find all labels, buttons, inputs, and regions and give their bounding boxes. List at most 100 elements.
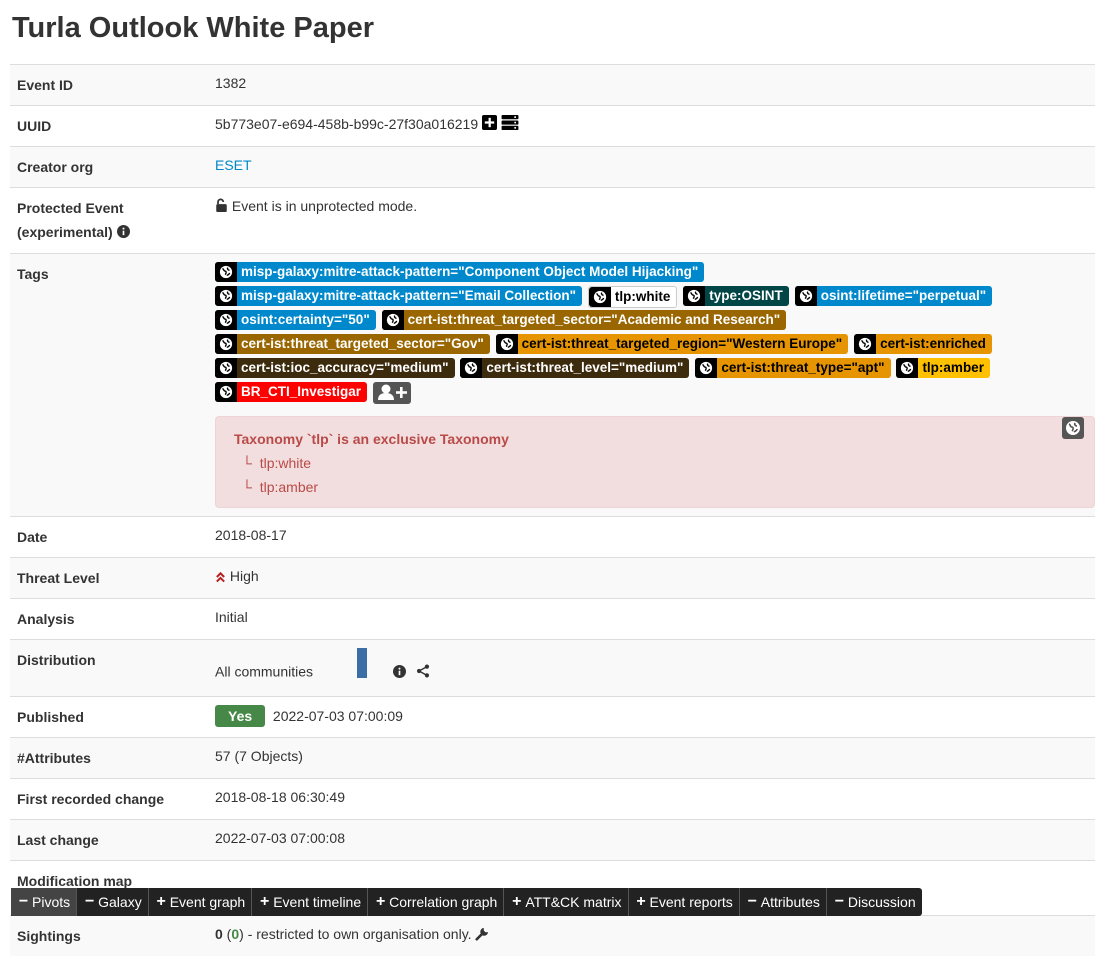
row-first-change: First recorded change 2018-08-18 06:30:4… xyxy=(10,778,1095,820)
row-published: Published Yes 2022-07-03 07:00:09 xyxy=(10,696,1095,738)
globe-icon xyxy=(381,310,404,331)
plus-square-icon[interactable] xyxy=(482,115,498,135)
published-value: 2022-07-03 07:00:09 xyxy=(272,708,403,725)
first-change-value: 2018-08-18 06:30:49 xyxy=(208,778,1095,820)
analysis-label: Analysis xyxy=(10,598,208,640)
share-nodes-icon[interactable] xyxy=(416,663,430,683)
taxonomy-warning-item: tlp:amber xyxy=(259,479,319,496)
attributes-label: #Attributes xyxy=(10,737,208,779)
protected-label-sub: (experimental) xyxy=(17,224,113,240)
unlock-icon xyxy=(215,197,228,217)
tab-correlation-graph[interactable]: + Correlation graph xyxy=(368,888,505,916)
tag-chip[interactable]: misp-galaxy:mitre-attack-pattern="Email … xyxy=(215,286,583,307)
creator-org-label: Creator org xyxy=(10,146,208,188)
globe-icon xyxy=(854,334,877,355)
sightings-label: Sightings xyxy=(10,915,208,956)
tag-chip[interactable]: cert-ist:threat_level="medium" xyxy=(460,358,690,379)
globe-icon xyxy=(215,358,237,379)
wrench-icon[interactable] xyxy=(475,926,489,946)
tab-event-reports[interactable]: + Event reports xyxy=(629,888,740,916)
row-sightings: Sightings 0 (0) - restricted to own orga… xyxy=(10,915,1095,956)
add-tag-button[interactable] xyxy=(372,382,411,405)
tag-chip[interactable]: cert-ist:ioc_accuracy="medium" xyxy=(215,358,455,379)
tag-chip[interactable]: cert-ist:threat_targeted_region="Western… xyxy=(495,334,849,355)
tag-chip[interactable]: tlp:white xyxy=(587,286,678,309)
tab-event-graph[interactable]: + Event graph xyxy=(149,888,253,916)
sightings-text: ) - restricted to own organisation only. xyxy=(239,926,472,943)
tab-attributes[interactable]: − Attributes xyxy=(740,888,827,916)
tag-chip[interactable]: cert-ist:threat_targeted_sector="Gov" xyxy=(215,334,490,355)
protected-value: Event is in unprotected mode. xyxy=(231,198,418,214)
event-metadata-table: Event ID 1382 UUID 5b773e07-e694-458b-b9… xyxy=(10,64,1095,956)
row-last-change: Last change 2022-07-03 07:00:08 xyxy=(10,819,1095,861)
user-plus-icon xyxy=(377,384,407,401)
tag-chip[interactable]: osint:certainty="50" xyxy=(215,310,376,331)
taxonomy-warning: Taxonomy `tlp` is an exclusive Taxonomy … xyxy=(215,416,1095,509)
row-protected: Protected Event (experimental) Event is … xyxy=(10,186,1095,254)
row-creator-org: Creator org ESET xyxy=(10,146,1095,188)
tags-label: Tags xyxy=(10,253,208,517)
tag-chip[interactable]: type:OSINT xyxy=(683,286,789,307)
row-date: Date 2018-08-17 xyxy=(10,516,1095,558)
globe-icon xyxy=(588,287,611,308)
distribution-label: Distribution xyxy=(10,639,208,697)
uuid-value: 5b773e07-e694-458b-b99c-27f30a016219 xyxy=(215,116,479,132)
globe-icon xyxy=(215,286,237,307)
tag-chip[interactable]: osint:lifetime="perpetual" xyxy=(794,286,993,307)
globe-icon xyxy=(794,286,817,307)
published-badge: Yes xyxy=(215,705,266,728)
globe-icon xyxy=(695,358,718,379)
globe-icon xyxy=(215,310,237,331)
tab-pivots[interactable]: − Pivots xyxy=(11,888,78,916)
taxonomy-warning-heading: Taxonomy `tlp` is an exclusive Taxonomy xyxy=(234,431,509,448)
first-change-label: First recorded change xyxy=(10,778,208,820)
server-icon[interactable] xyxy=(501,115,519,135)
page-title: Turla Outlook White Paper xyxy=(12,12,374,44)
row-attributes: #Attributes 57 (7 Objects) xyxy=(10,737,1095,779)
creator-org-link[interactable]: ESET xyxy=(215,157,252,173)
distribution-graph xyxy=(356,648,367,679)
last-change-value: 2022-07-03 07:00:08 xyxy=(208,819,1095,861)
globe-icon xyxy=(215,262,237,283)
globe-icon xyxy=(495,334,518,355)
row-distribution: Distribution All communities xyxy=(10,639,1095,697)
date-label: Date xyxy=(10,516,208,558)
published-label: Published xyxy=(10,696,208,738)
tab-galaxy[interactable]: − Galaxy xyxy=(77,888,149,916)
chevron-double-up-icon xyxy=(215,568,226,588)
tab-discussion[interactable]: − Discussion xyxy=(827,888,922,916)
tab-event-timeline[interactable]: + Event timeline xyxy=(252,888,369,916)
attributes-value: 57 (7 Objects) xyxy=(208,737,1095,779)
info-circle-icon[interactable] xyxy=(392,663,406,683)
tab-attack-matrix[interactable]: + ATT&CK matrix xyxy=(504,888,629,916)
threat-level-value: High xyxy=(229,568,259,585)
event-id-label: Event ID xyxy=(10,64,208,106)
sightings-own-count: 0 xyxy=(231,926,240,943)
tag-chip[interactable]: misp-galaxy:mitre-attack-pattern="Compon… xyxy=(215,262,705,283)
distribution-value: All communities xyxy=(215,664,314,680)
tag-chip[interactable]: cert-ist:enriched xyxy=(854,334,992,355)
tag-chip[interactable]: BR_CTI_Investigar xyxy=(215,382,368,403)
globe-icon xyxy=(215,382,237,403)
globe-icon xyxy=(215,334,237,355)
row-event-id: Event ID 1382 xyxy=(10,64,1095,106)
tag-chip[interactable]: cert-ist:threat_targeted_sector="Academi… xyxy=(381,310,787,331)
tag-chip[interactable]: cert-ist:threat_type="apt" xyxy=(695,358,891,379)
protected-label: Protected Event xyxy=(17,200,124,216)
globe-icon xyxy=(896,358,919,379)
analysis-value: Initial xyxy=(208,598,1095,640)
tag-chip[interactable]: tlp:amber xyxy=(896,358,990,379)
globe-icon xyxy=(460,358,483,379)
threat-level-label: Threat Level xyxy=(10,557,208,599)
taxonomy-warning-item: tlp:white xyxy=(259,455,312,472)
row-uuid: UUID 5b773e07-e694-458b-b99c-27f30a01621… xyxy=(10,105,1095,147)
info-circle-icon[interactable] xyxy=(116,221,130,245)
event-tabs: − Pivots − Galaxy + Event graph + Event time… xyxy=(11,888,922,916)
uuid-label: UUID xyxy=(10,105,208,147)
row-analysis: Analysis Initial xyxy=(10,598,1095,640)
globe-icon[interactable] xyxy=(1062,417,1084,440)
row-threat-level: Threat Level High xyxy=(10,557,1095,599)
sightings-count: 0 xyxy=(215,926,223,943)
last-change-label: Last change xyxy=(10,819,208,861)
date-value: 2018-08-17 xyxy=(208,516,1095,558)
